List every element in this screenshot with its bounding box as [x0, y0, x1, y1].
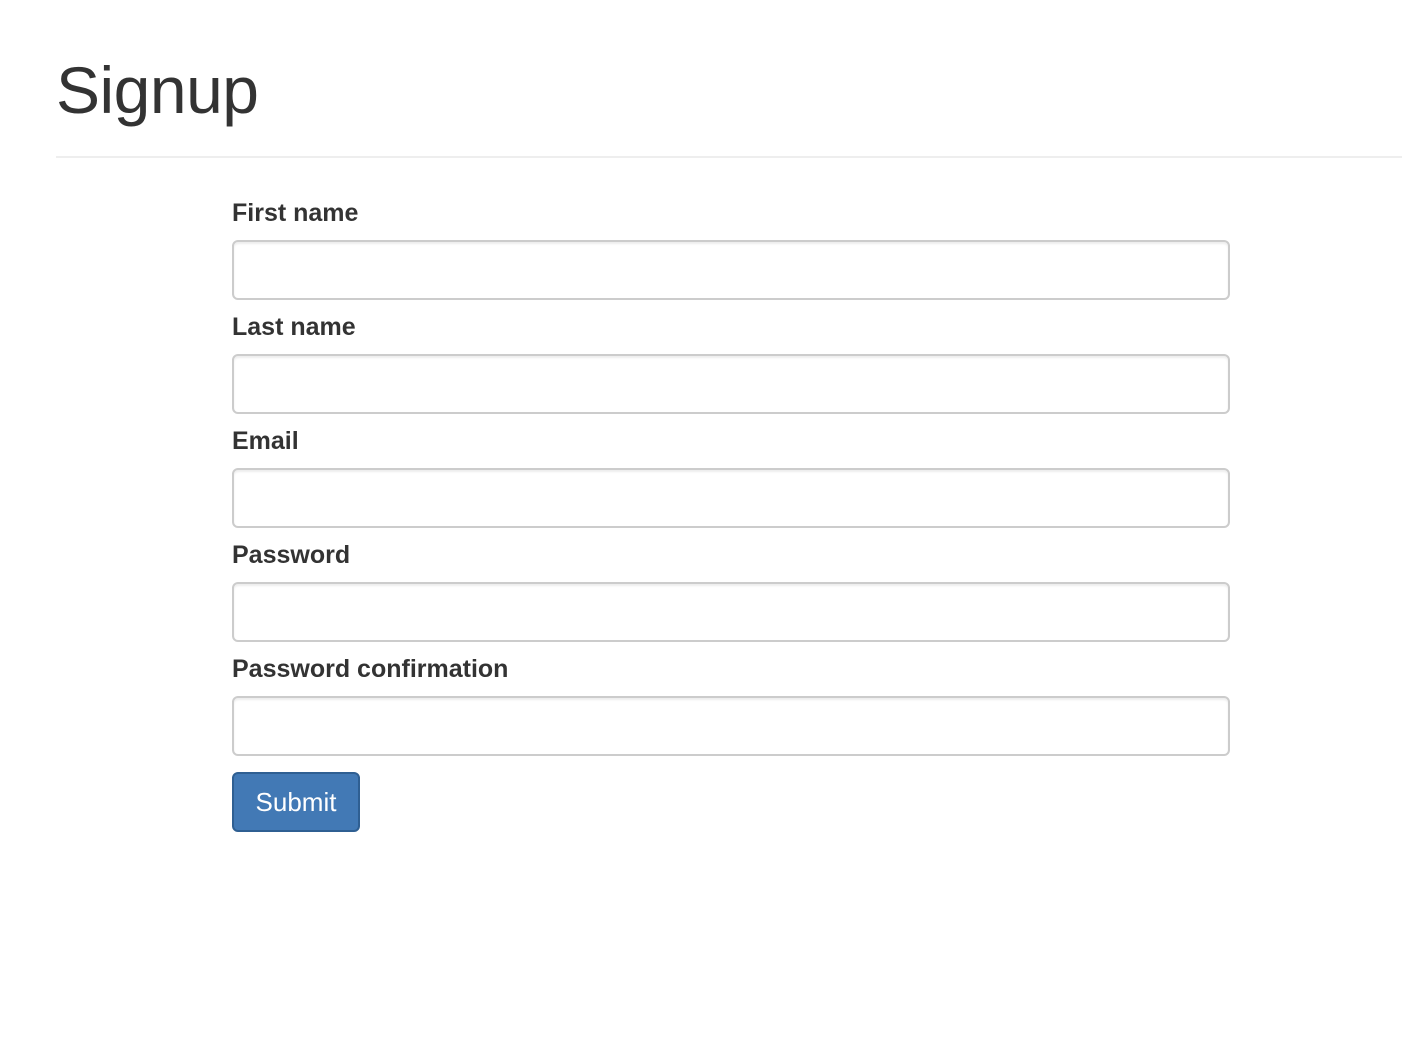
last-name-input[interactable] [232, 354, 1230, 414]
first-name-input[interactable] [232, 240, 1230, 300]
page-title: Signup [56, 53, 259, 127]
email-group: Email [232, 424, 1230, 528]
last-name-label: Last name [232, 313, 356, 341]
password-confirmation-input[interactable] [232, 696, 1230, 756]
password-label: Password [232, 541, 351, 569]
password-group: Password [232, 538, 1230, 642]
first-name-label: First name [232, 199, 359, 227]
submit-button[interactable]: Submit [232, 772, 360, 832]
password-confirmation-label: Password confirmation [232, 655, 509, 683]
last-name-group: Last name [232, 310, 1230, 414]
first-name-group: First name [232, 196, 1230, 300]
password-confirmation-group: Password confirmation [232, 652, 1230, 756]
page-header: Signup [56, 0, 1402, 158]
signup-form: First name Last name Email Password Pass… [232, 196, 1230, 832]
email-label: Email [232, 427, 299, 455]
password-input[interactable] [232, 582, 1230, 642]
email-input[interactable] [232, 468, 1230, 528]
